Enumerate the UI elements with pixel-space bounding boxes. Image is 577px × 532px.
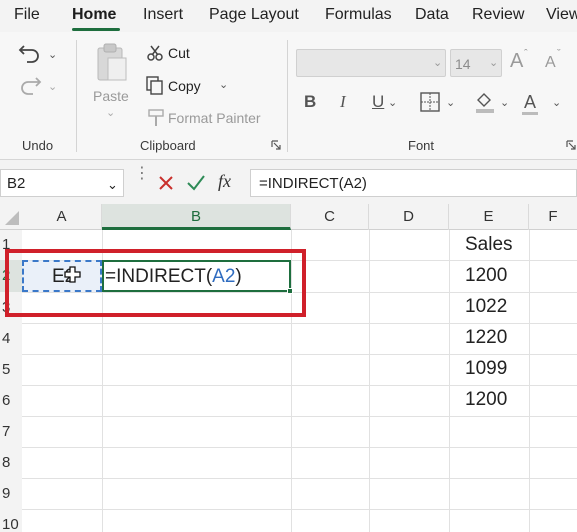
row-header-10[interactable]: 10 [0, 509, 22, 532]
highlight-annotation-box [5, 249, 306, 317]
font-size-select[interactable]: 14 ⌄ [450, 49, 502, 77]
clipboard-launcher-icon[interactable] [271, 140, 281, 150]
tab-home[interactable]: Home [72, 6, 116, 24]
row-header-8[interactable]: 8 [0, 447, 22, 478]
cell-e5[interactable]: 1099 [465, 358, 507, 380]
cell-e3[interactable]: 1022 [465, 296, 507, 318]
font-size-value: 14 [455, 56, 471, 72]
tab-page-layout[interactable]: Page Layout [209, 6, 299, 24]
grow-font-button[interactable]: A [510, 50, 523, 73]
font-group-label: Font [408, 138, 435, 153]
gridline [529, 230, 530, 532]
gridline [369, 230, 370, 532]
borders-dropdown-icon[interactable]: ⌄ [446, 96, 455, 109]
column-header-e[interactable]: E [449, 204, 529, 230]
row-header-7[interactable]: 7 [0, 416, 22, 447]
paste-icon[interactable] [94, 42, 130, 84]
borders-icon[interactable] [420, 92, 440, 112]
underline-dropdown-icon[interactable]: ⌄ [388, 96, 397, 109]
gridline [22, 323, 577, 324]
chevron-down-icon: ⌄ [107, 177, 118, 192]
paste-button[interactable]: Paste [93, 88, 129, 104]
column-header-c[interactable]: C [291, 204, 369, 230]
gridline [22, 385, 577, 386]
cell-e2[interactable]: 1200 [465, 265, 507, 287]
gridline [22, 478, 577, 479]
format-painter-button[interactable]: Format Painter [168, 110, 261, 126]
paste-dropdown-icon[interactable]: ⌄ [106, 106, 115, 119]
cell-e6[interactable]: 1200 [465, 389, 507, 411]
chevron-down-icon: ⌄ [433, 57, 443, 69]
fill-color-icon[interactable] [474, 90, 496, 114]
tab-view[interactable]: View [546, 6, 577, 24]
row-header-4[interactable]: 4 [0, 323, 22, 354]
menu-bar: File Home Insert Page Layout Formulas Da… [0, 0, 577, 32]
enter-check-icon[interactable] [186, 174, 206, 192]
tab-formulas[interactable]: Formulas [325, 6, 392, 24]
more-options-icon[interactable]: ⋮ [134, 166, 150, 182]
undo-icon[interactable] [18, 42, 42, 64]
cancel-icon[interactable] [158, 175, 174, 191]
select-all-icon[interactable] [4, 210, 20, 226]
cell-e4[interactable]: 1220 [465, 327, 507, 349]
format-painter-icon[interactable] [146, 108, 166, 128]
italic-button[interactable]: I [340, 92, 346, 112]
grow-arrow-icon: ˆ [524, 48, 528, 60]
ribbon: ⌄ ⌄ Undo Paste ⌄ Cut Copy ⌄ Format Paint… [0, 32, 577, 160]
name-box[interactable]: B2 ⌄ [0, 169, 124, 197]
scissors-icon[interactable] [146, 44, 164, 62]
ribbon-separator [287, 40, 288, 152]
column-header-b[interactable]: B [102, 204, 291, 230]
clipboard-group-label: Clipboard [140, 138, 196, 153]
gridline [22, 416, 577, 417]
column-header-d[interactable]: D [369, 204, 449, 230]
bold-button[interactable]: B [304, 92, 316, 112]
row-header-9[interactable]: 9 [0, 478, 22, 509]
column-headers: A B C D E F [0, 204, 577, 230]
redo-icon[interactable] [18, 74, 42, 96]
tab-insert[interactable]: Insert [143, 6, 183, 24]
shrink-arrow-icon: ˇ [557, 48, 561, 60]
cut-button[interactable]: Cut [168, 45, 190, 61]
fill-color-dropdown-icon[interactable]: ⌄ [500, 96, 509, 109]
insert-function-button[interactable]: fx [218, 171, 231, 192]
copy-icon[interactable] [146, 76, 164, 96]
row-header-6[interactable]: 6 [0, 385, 22, 416]
font-name-select[interactable]: ⌄ [296, 49, 446, 77]
undo-dropdown-icon[interactable]: ⌄ [48, 48, 57, 61]
copy-button[interactable]: Copy [168, 78, 201, 94]
formula-text: =INDIRECT(A2) [259, 175, 367, 192]
ribbon-separator [76, 40, 77, 152]
gridline [22, 354, 577, 355]
undo-group-label: Undo [22, 138, 54, 153]
font-launcher-icon[interactable] [566, 140, 576, 150]
column-header-a[interactable]: A [22, 204, 102, 230]
underline-button[interactable]: U [372, 92, 384, 112]
gridline [449, 230, 450, 532]
formula-input[interactable]: =INDIRECT(A2) [250, 169, 577, 197]
font-color-swatch [522, 112, 538, 115]
redo-dropdown-icon[interactable]: ⌄ [48, 80, 57, 93]
column-header-f[interactable]: F [529, 204, 577, 230]
gridline [22, 509, 577, 510]
chevron-down-icon: ⌄ [489, 57, 499, 69]
cell-e1[interactable]: Sales [465, 234, 513, 256]
copy-dropdown-icon[interactable]: ⌄ [219, 78, 228, 91]
font-color-dropdown-icon[interactable]: ⌄ [552, 96, 561, 109]
active-tab-indicator [72, 28, 120, 31]
name-box-value: B2 [7, 175, 26, 192]
tab-data[interactable]: Data [415, 6, 449, 24]
formula-bar: B2 ⌄ ⋮ fx =INDIRECT(A2) [0, 160, 577, 204]
tab-review[interactable]: Review [472, 6, 524, 24]
font-color-button[interactable]: A [524, 92, 536, 113]
tab-file[interactable]: File [14, 6, 40, 24]
shrink-font-button[interactable]: A [545, 54, 556, 72]
row-header-5[interactable]: 5 [0, 354, 22, 385]
gridline [22, 447, 577, 448]
